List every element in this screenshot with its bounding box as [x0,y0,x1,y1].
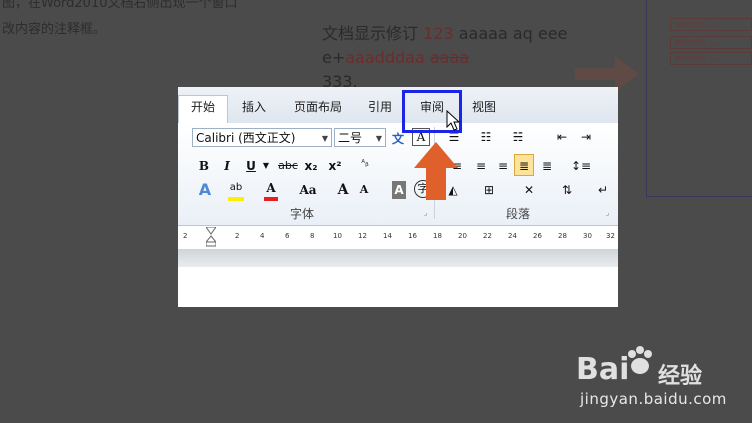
bg-comment-box: 删除的内容: aaa [670,18,752,31]
align-right-icon[interactable]: ≡ [494,157,512,175]
font-group-label: 字体 [290,207,315,221]
horizontal-ruler: 2 2 4 6 8 10 12 14 16 18 20 22 24 26 28 … [178,227,618,250]
up-arrow-icon [414,142,458,200]
font-color-icon[interactable]: A [264,179,278,201]
font-size-select[interactable]: 二号 ▼ [334,128,386,147]
mouse-cursor-icon [446,110,460,131]
text-effects-icon[interactable]: A [196,181,214,199]
dialog-launcher-icon[interactable]: ⌟ [606,209,609,217]
ribbon-home: Calibri (西文正文) ▼ 二号 ▼ 文 A ☰ ☷ ☵ ⇤ ⇥ B I U … [178,123,618,226]
highlight-color-icon[interactable]: ab [228,179,244,201]
bold-button[interactable]: B [196,157,212,175]
bg-text-line0: 图，在Word2010文档右侧出现一个窗口 [2,0,238,11]
bg-text-line1: 改内容的注释框。 [2,22,107,37]
shrink-font-button[interactable]: A [358,181,370,199]
strikethrough-button[interactable]: abc [276,157,300,175]
distributed-icon[interactable]: ≣ [538,157,556,175]
superscript-button[interactable]: x² [326,157,344,175]
justify-icon[interactable]: ≣ [514,154,534,176]
chevron-down-icon: ▼ [375,134,382,143]
italic-button[interactable]: I [220,157,234,175]
tab-view[interactable]: 视图 [464,96,504,118]
char-shading-button[interactable]: A [392,181,406,199]
decrease-indent-icon[interactable]: ⇤ [552,128,572,146]
word-window: 开始 插入 页面布局 引用 审阅 视图 Calibri (西文正文) ▼ 二号 ▼ … [178,87,618,307]
bg-revision-text: 文档显示修订 123 aaaaa aq eee e+aaadddaa aaaa … [322,24,568,91]
numbering-icon[interactable]: ☷ [476,128,496,146]
dialog-launcher-icon[interactable]: ⌟ [424,209,427,217]
tab-page-layout[interactable]: 页面布局 [286,96,350,118]
ribbon-tabs: 开始 插入 页面布局 引用 审阅 视图 [178,87,618,124]
subscript-button[interactable]: x₂ [302,157,320,175]
paw-icon [628,346,652,374]
align-center-icon[interactable]: ≡ [472,157,490,175]
grow-font-button[interactable]: A [336,181,350,199]
clear-format-icon[interactable]: ᴬᵦ [356,155,374,173]
bg-comment-box: 删除的内容: aaa [670,52,752,65]
font-name-select[interactable]: Calibri (西文正文) ▼ [192,128,332,147]
ruler-shadow [178,249,618,267]
tab-home[interactable]: 开始 [178,95,228,124]
multilevel-list-icon[interactable]: ☵ [508,128,528,146]
line-spacing-icon[interactable]: ↕≡ [570,157,592,175]
tab-insert[interactable]: 插入 [234,96,274,118]
show-marks-icon[interactable]: ↵ [596,181,610,199]
indent-marker-icon[interactable] [206,227,216,247]
chevron-down-icon[interactable]: ▼ [262,157,270,175]
borders-icon[interactable]: ⊞ [480,181,498,199]
increase-indent-icon[interactable]: ⇥ [576,128,596,146]
asian-layout-icon[interactable]: ✕ [520,181,538,199]
bg-comment-box: 删除的内容: aaa [670,36,752,49]
paragraph-group-label: 段落 [506,207,531,221]
underline-button[interactable]: U [244,157,258,175]
tab-references[interactable]: 引用 [360,96,400,118]
sort-icon[interactable]: ⇅ [558,181,576,199]
jingyan-logo-text: 经验 [658,364,703,389]
chevron-down-icon: ▼ [321,134,328,143]
change-case-button[interactable]: Aa [298,181,318,199]
watermark-url: jingyan.baidu.com [580,390,727,408]
